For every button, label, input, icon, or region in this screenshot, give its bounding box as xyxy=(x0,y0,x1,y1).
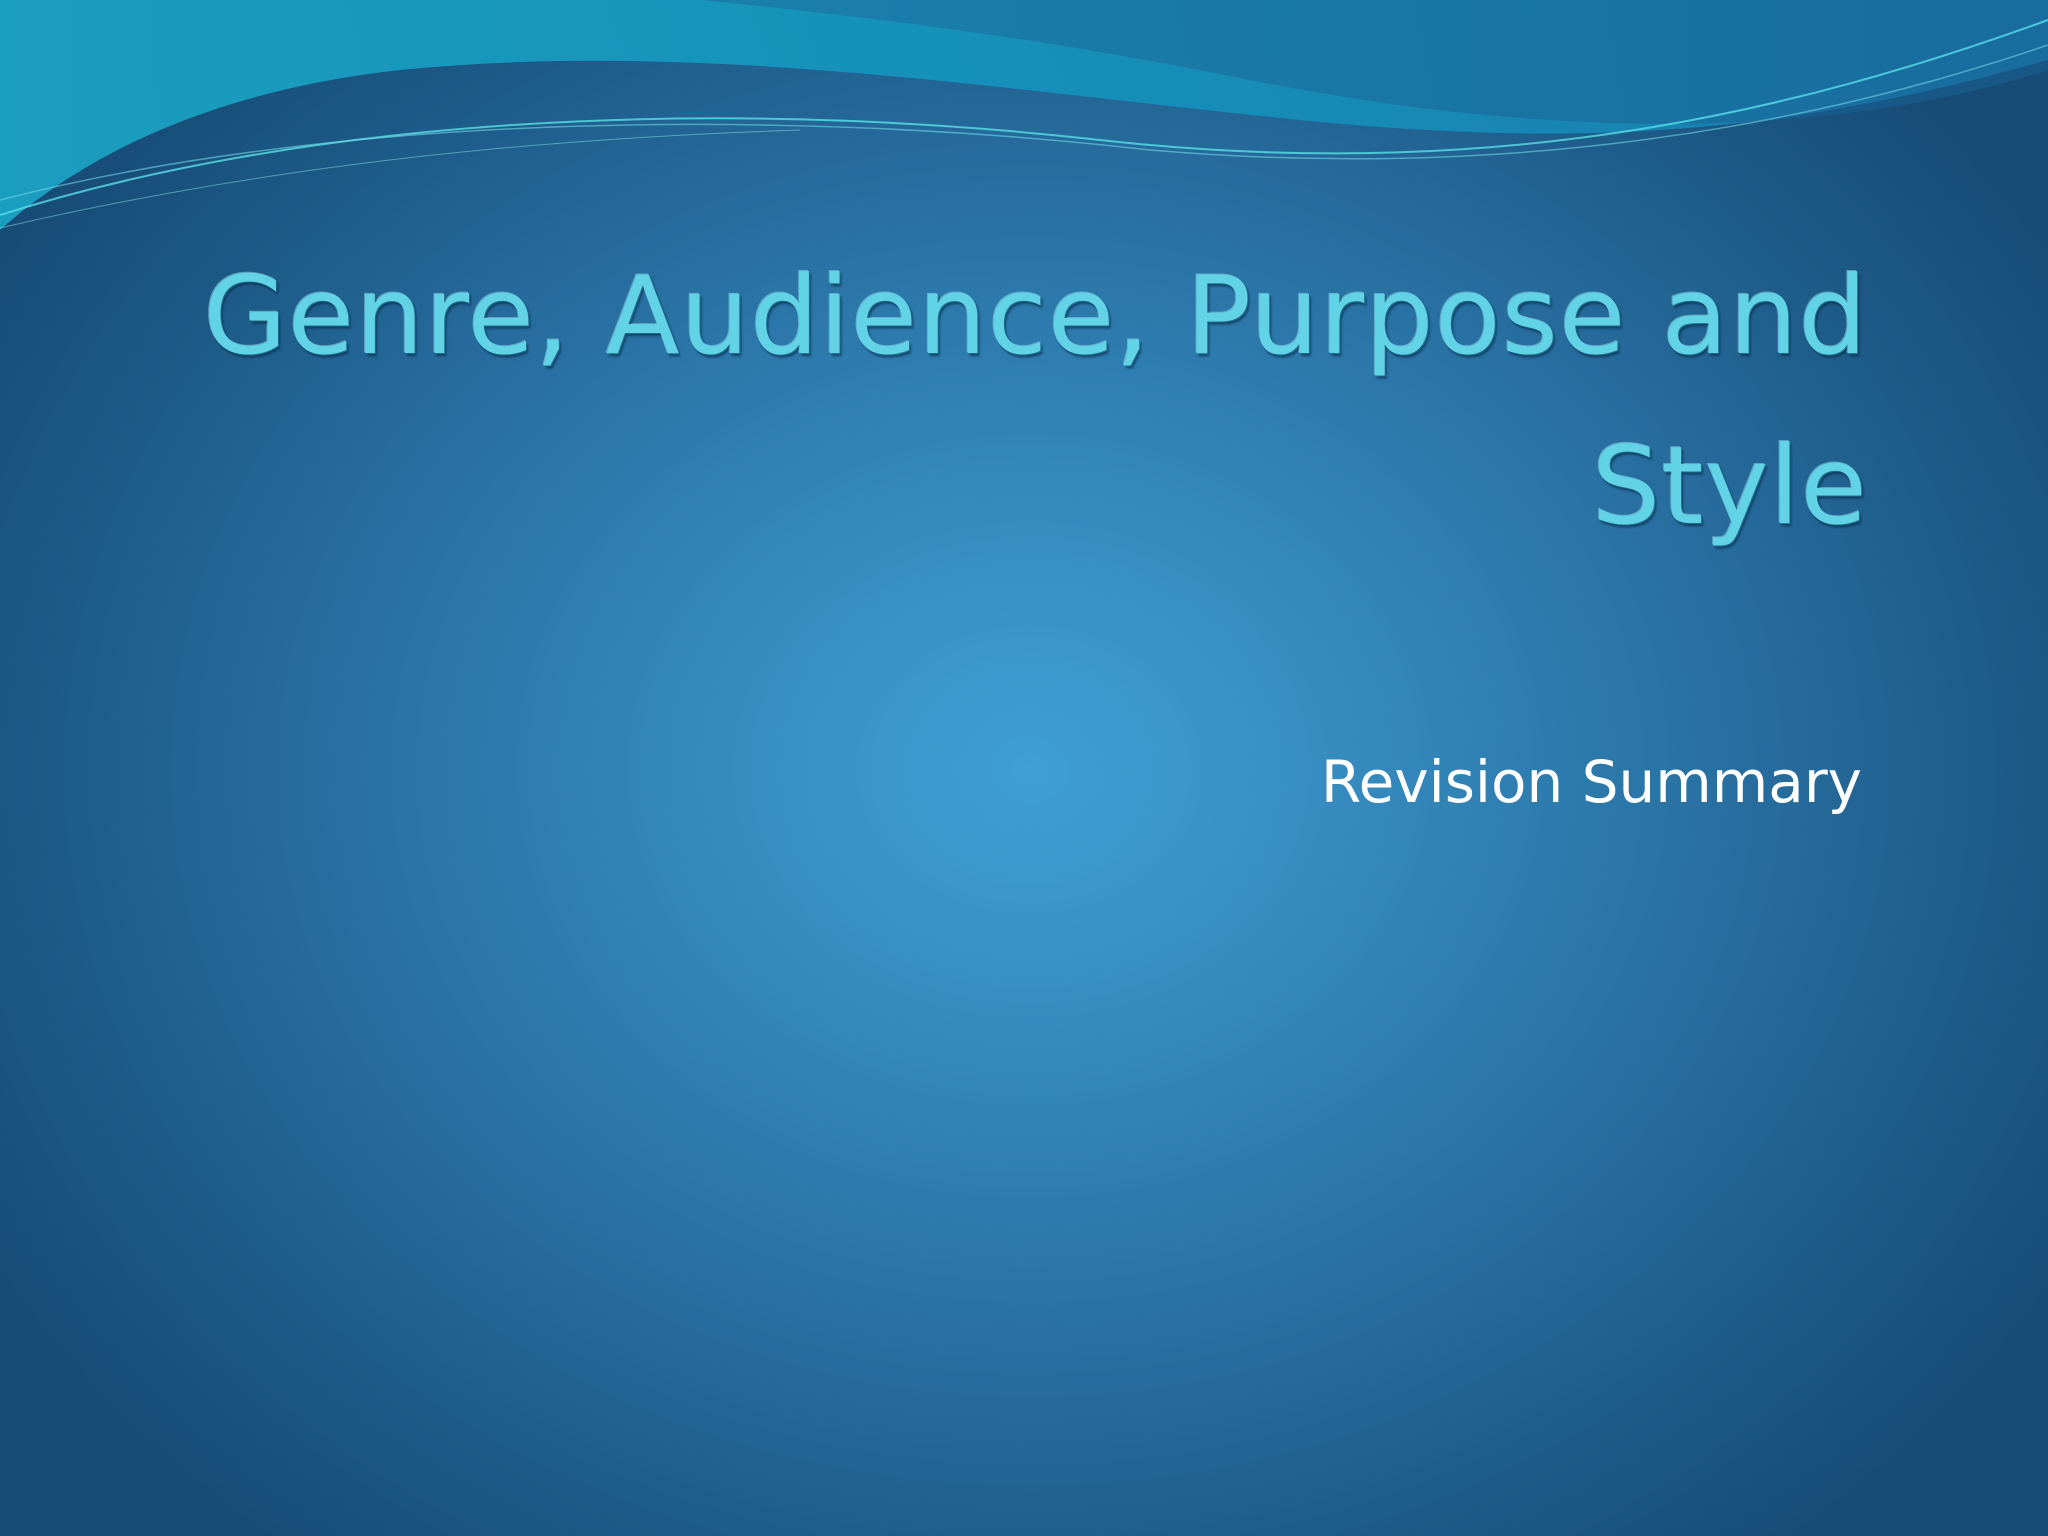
wave-decoration xyxy=(0,0,2048,230)
slide-title: Genre, Audience, Purpose and Style xyxy=(203,254,1868,549)
slide: Genre, Audience, Purpose and Style Revis… xyxy=(0,0,2048,1536)
slide-subtitle: Revision Summary xyxy=(1320,748,1862,816)
